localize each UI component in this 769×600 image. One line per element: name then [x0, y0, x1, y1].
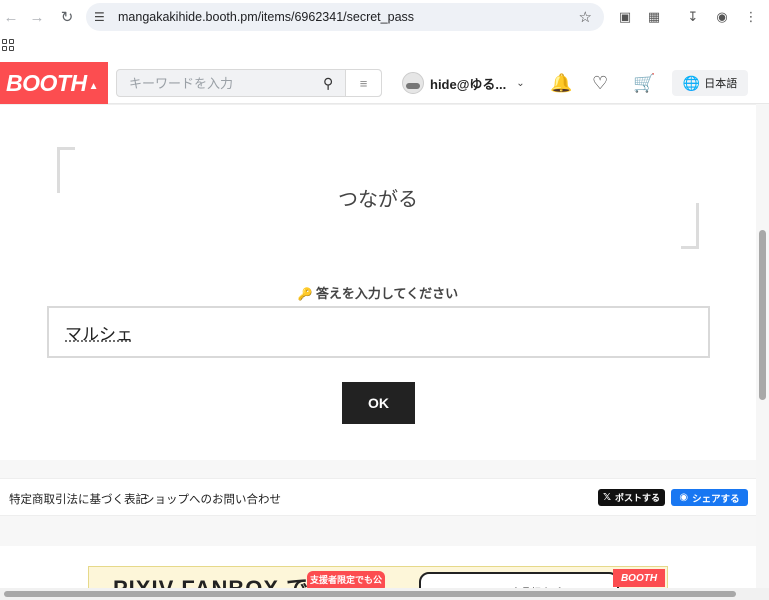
download-icon[interactable]: ↧: [684, 8, 702, 26]
avatar: [402, 72, 424, 94]
address-bar[interactable]: ☰ mangakakihide.booth.pm/items/6962341/s…: [86, 3, 604, 31]
filter-icon[interactable]: ≡: [345, 70, 381, 96]
search-input[interactable]: [117, 70, 322, 96]
shop-footer: 特定商取引法に基づく表記 ショップへのお問い合わせ 𝕏 ポストする ◉ シェアする: [0, 478, 756, 516]
answer-prompt: 🔑 答えを入力してください: [297, 286, 459, 301]
bookmark-star-icon[interactable]: ☆: [579, 8, 592, 26]
share-facebook-button[interactable]: ◉ シェアする: [671, 489, 748, 506]
profile-avatar-icon[interactable]: ◉: [713, 8, 731, 26]
question-text: つながる: [338, 187, 418, 211]
x-logo-icon: 𝕏: [602, 492, 612, 503]
menu-dots-icon[interactable]: ⋮: [742, 8, 760, 26]
extension-icon[interactable]: ▣: [616, 8, 634, 26]
forward-icon[interactable]: →: [26, 6, 48, 28]
search-box: ⚲ ≡: [116, 69, 382, 97]
share-x-button[interactable]: 𝕏 ポストする: [598, 489, 665, 506]
bell-icon[interactable]: 🔔: [550, 73, 572, 94]
shop-contact-link[interactable]: ショップへのお問い合わせ: [143, 491, 281, 507]
site-header: BOOTH▲ ⚲ ≡ hide@ゆる... ⌄ 🔔 ♡ 🛒 🌐 日本語: [0, 62, 769, 104]
booth-logo[interactable]: BOOTH ▲: [0, 62, 108, 104]
back-icon[interactable]: ←: [0, 6, 22, 28]
cart-icon[interactable]: 🛒: [633, 73, 655, 94]
key-icon: 🔑: [297, 287, 313, 301]
tokusho-link[interactable]: 特定商取引法に基づく表記: [9, 491, 147, 507]
globe-icon: 🌐: [682, 74, 701, 91]
site-info-icon[interactable]: ☰: [94, 10, 112, 24]
heart-icon[interactable]: ♡: [592, 73, 608, 94]
vertical-scrollbar[interactable]: [756, 104, 769, 590]
puzzle-icon[interactable]: ▦: [645, 8, 663, 26]
user-menu[interactable]: hide@ゆる... ⌄: [402, 72, 525, 94]
language-button[interactable]: 🌐 日本語: [672, 70, 748, 96]
secret-pass-panel: つながる 🔑答えを入力してください OK: [0, 104, 756, 460]
horizontal-scrollbar[interactable]: [0, 588, 769, 600]
banner-booth-logo: BOOTH: [613, 569, 665, 587]
url-text[interactable]: mangakakihide.booth.pm/items/6962341/sec…: [118, 10, 414, 24]
bookmarks-bar: [0, 34, 769, 60]
vertical-scroll-thumb[interactable]: [759, 230, 766, 400]
footer-spacer: [0, 460, 756, 478]
page-gap: [0, 516, 756, 546]
ok-button[interactable]: OK: [342, 382, 415, 424]
chevron-down-icon: ⌄: [516, 77, 525, 89]
answer-input[interactable]: [47, 306, 710, 358]
apps-grid-icon[interactable]: [2, 39, 14, 51]
username: hide@ゆる...: [430, 76, 507, 92]
search-icon[interactable]: ⚲: [323, 75, 333, 92]
facebook-icon: ◉: [679, 492, 689, 503]
horizontal-scroll-thumb[interactable]: [4, 591, 736, 597]
reload-icon[interactable]: ↻: [56, 6, 78, 28]
browser-toolbar: ← → ↻ ☰ mangakakihide.booth.pm/items/696…: [0, 0, 769, 34]
